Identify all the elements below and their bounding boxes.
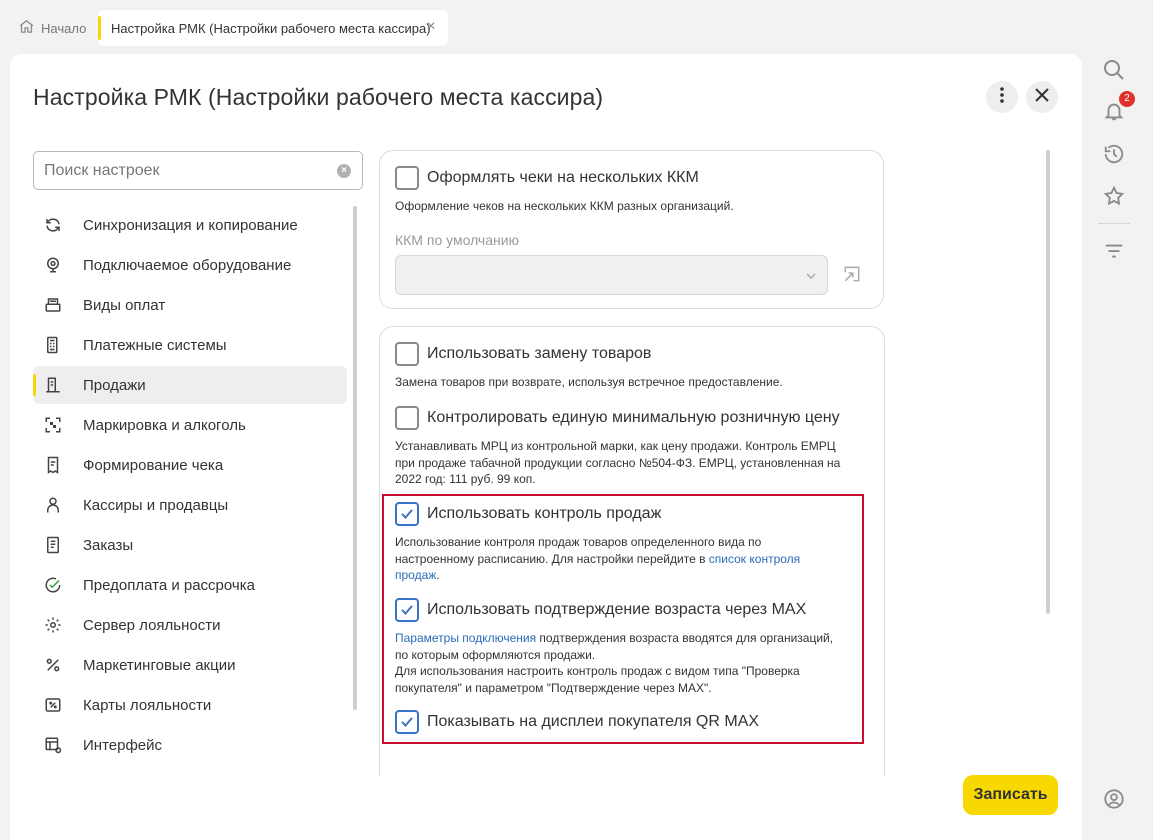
clear-search-icon[interactable]: × xyxy=(337,164,351,178)
webcam-icon xyxy=(44,256,62,274)
multi-kkm-checkbox[interactable] xyxy=(395,166,419,190)
tab-home[interactable]: Начало xyxy=(18,18,86,38)
tab-home-label: Начало xyxy=(41,20,87,36)
sidebar-nav: Синхронизация и копирование Подключаемое… xyxy=(33,206,347,766)
more-options-button[interactable] xyxy=(986,81,1018,113)
sidebar-item-label: Предоплата и рассрочка xyxy=(83,576,255,594)
home-icon xyxy=(18,18,35,38)
sidebar-item-orders[interactable]: Заказы xyxy=(33,526,347,564)
min-price-hint-line: 2022 год: 111 руб. 99 коп. xyxy=(395,472,536,486)
pos-terminal-icon xyxy=(44,336,62,354)
receipt-build-icon xyxy=(44,456,62,474)
close-icon xyxy=(1035,87,1049,107)
sidebar-item-label: Продажи xyxy=(83,376,146,394)
chevron-down-icon xyxy=(805,269,817,281)
star-icon[interactable] xyxy=(1102,184,1126,208)
prepay-icon xyxy=(44,576,62,594)
default-kkm-select[interactable] xyxy=(395,255,828,295)
min-price-hint-line: Устанавливать МРЦ из контрольной марки, … xyxy=(395,439,836,453)
sidebar-item-sync[interactable]: Синхронизация и копирование xyxy=(33,206,347,244)
replace-goods-checkbox[interactable] xyxy=(395,342,419,366)
replace-goods-label: Использовать замену товаров xyxy=(427,345,652,362)
sidebar-item-marking[interactable]: Маркировка и алкоголь xyxy=(33,406,347,444)
sidebar-item-label: Интерфейс xyxy=(83,736,163,754)
content-scrollbar[interactable] xyxy=(1046,150,1050,614)
person-icon xyxy=(44,496,62,514)
tab-close-icon[interactable]: × xyxy=(424,19,438,35)
sidebar-item-marketing[interactable]: Маркетинговые акции xyxy=(33,646,347,684)
search-icon[interactable] xyxy=(1102,58,1126,82)
multi-kkm-row[interactable]: Оформлять чеки на нескольких ККМ xyxy=(395,166,699,190)
min-price-hint: Устанавливать МРЦ из контрольной марки, … xyxy=(395,438,840,488)
user-profile-icon[interactable] xyxy=(1102,787,1126,811)
settings-panel: Настройка РМК (Настройки рабочего места … xyxy=(10,54,1082,840)
min-price-label: Контролировать единую минимальную рознич… xyxy=(427,409,840,426)
close-panel-button[interactable] xyxy=(1026,81,1058,113)
default-kkm-label: ККМ по умолчанию xyxy=(395,232,520,248)
sidebar-item-loyalty-server[interactable]: Сервер лояльности xyxy=(33,606,347,644)
save-button[interactable]: Записать xyxy=(963,775,1058,815)
sidebar-item-label: Синхронизация и копирование xyxy=(83,216,298,234)
history-icon[interactable] xyxy=(1102,142,1126,166)
sidebar-item-label: Маркировка и алкоголь xyxy=(83,416,246,434)
multi-kkm-hint: Оформление чеков на нескольких ККМ разны… xyxy=(395,199,734,213)
sidebar-item-loyalty-cards[interactable]: Карты лояльности xyxy=(33,686,347,724)
tab-rmk-settings[interactable]: Настройка РМК (Настройки рабочего места … xyxy=(98,10,448,46)
sidebar-item-equipment[interactable]: Подключаемое оборудование xyxy=(33,246,347,284)
sidebar-item-label: Формирование чека xyxy=(83,456,224,474)
sidebar-item-cashiers[interactable]: Кассиры и продавцы xyxy=(33,486,347,524)
replace-goods-row[interactable]: Использовать замену товаров xyxy=(395,342,651,366)
document-icon xyxy=(44,536,62,554)
replace-goods-hint: Замена товаров при возврате, используя в… xyxy=(395,375,783,389)
tab-active-label: Настройка РМК (Настройки рабочего места … xyxy=(111,20,431,36)
sidebar-item-label: Кассиры и продавцы xyxy=(83,496,229,514)
sidebar-item-receipt[interactable]: Формирование чека xyxy=(33,446,347,484)
multi-kkm-card: Оформлять чеки на нескольких ККМ Оформле… xyxy=(379,150,884,309)
min-price-hint-line: при продаже табачной продукции согласно … xyxy=(395,455,841,470)
sidebar-item-label: Платежные системы xyxy=(83,336,227,354)
sidebar-item-payment-types[interactable]: Виды оплат xyxy=(33,286,347,324)
sidebar-item-prepayment[interactable]: Предоплата и рассрочка xyxy=(33,566,347,604)
sidebar-item-sales[interactable]: Продажи xyxy=(33,366,347,404)
sidebar-item-interface[interactable]: Интерфейс xyxy=(33,726,347,764)
search-input[interactable] xyxy=(34,152,314,189)
card-percent-icon xyxy=(44,696,62,714)
filter-icon[interactable] xyxy=(1102,240,1126,264)
rail-divider xyxy=(1098,223,1130,224)
gear-icon xyxy=(44,616,62,634)
min-price-checkbox[interactable] xyxy=(395,406,419,430)
sidebar-item-label: Маркетинговые акции xyxy=(83,656,236,674)
sidebar-item-payment-systems[interactable]: Платежные системы xyxy=(33,326,347,364)
sidebar-scrollbar[interactable] xyxy=(353,206,357,710)
sidebar-item-label: Подключаемое оборудование xyxy=(83,256,292,274)
notifications-badge: 2 xyxy=(1119,91,1135,107)
more-vertical-icon xyxy=(1000,86,1004,108)
page-title: Настройка РМК (Настройки рабочего места … xyxy=(33,84,604,110)
min-price-row[interactable]: Контролировать единую минимальную рознич… xyxy=(395,406,840,430)
sync-icon xyxy=(44,216,62,234)
sidebar-item-label: Карты лояльности xyxy=(83,696,212,714)
percent-icon xyxy=(44,656,62,674)
scan-icon xyxy=(44,416,62,434)
receipt-icon xyxy=(44,376,62,394)
tab-bar: Начало Настройка РМК (Настройки рабочего… xyxy=(0,0,1090,54)
multi-kkm-label: Оформлять чеки на нескольких ККМ xyxy=(427,169,699,186)
sidebar-item-label: Виды оплат xyxy=(83,296,166,314)
settings-search: × xyxy=(33,151,363,190)
highlight-frame xyxy=(382,494,864,744)
sidebar-item-label: Заказы xyxy=(83,536,134,554)
open-link-icon[interactable] xyxy=(842,264,862,284)
interface-icon xyxy=(44,736,62,754)
sidebar-item-label: Сервер лояльности xyxy=(83,616,221,634)
payment-terminal-icon xyxy=(44,296,62,314)
